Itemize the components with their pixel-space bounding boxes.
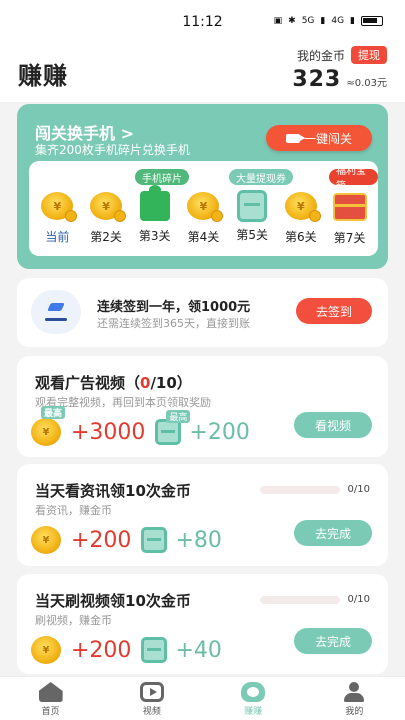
level-label: 第7关 <box>333 231 366 245</box>
pencil-icon <box>45 303 67 321</box>
tab-label: 视频 <box>142 707 161 717</box>
level-label: 第5关 <box>236 228 268 242</box>
tab-video[interactable]: 视频 <box>112 677 192 720</box>
task-progress: 0/10 <box>259 594 370 605</box>
coin-icon: ¥ <box>187 192 224 222</box>
status-icons: ▣ ✱ 5G ▮ 4G ▮ <box>274 16 383 26</box>
coin-icon: ¥ <box>31 526 61 554</box>
signin-subtitle: 还需连续签到365天，直接到账 <box>97 317 250 330</box>
coin-reward: +200 <box>71 637 132 663</box>
task-title: 观看广告视频（0/10） <box>35 374 192 392</box>
progress-count: 0/10 <box>347 594 370 605</box>
tab-label: 首页 <box>41 707 60 717</box>
network-4g-label: 4G <box>331 16 345 26</box>
earn-icon <box>241 682 266 702</box>
ticket-reward: +80 <box>175 527 222 553</box>
progress-count: 0/10 <box>347 484 370 495</box>
signin-button[interactable]: 去签到 <box>296 298 372 324</box>
task-read-news: 当天看资讯领10次金币 0/10 看资讯，赚金币 ¥ +200 +80 去完成 <box>17 464 388 566</box>
signin-icon <box>31 290 81 334</box>
ticket-icon <box>141 637 168 663</box>
ticket-icon <box>141 527 168 553</box>
tag-withdraw-ticket: 大量提现券 <box>229 169 293 185</box>
tab-label: 我的 <box>345 707 364 717</box>
signal-icon: ▮ <box>320 16 326 26</box>
challenge-card[interactable]: 闯关换手机 > 集齐200枚手机碎片兑换手机 一键闯关 手机碎片 大量提现券 福… <box>17 104 388 269</box>
battery-icon <box>361 16 383 26</box>
level-label: 第4关 <box>187 230 220 244</box>
tab-label: 赚赚 <box>244 707 263 717</box>
level-label: 第6关 <box>285 230 317 244</box>
one-click-challenge-label: 一键闯关 <box>303 131 352 146</box>
signin-card: 连续签到一年，领1000元 还需连续签到365天，直接到账 去签到 <box>17 278 388 347</box>
complete-button[interactable]: 去完成 <box>294 628 372 654</box>
max-badge: 最高 <box>41 406 66 419</box>
coin-summary: 我的金币 提现 323 ≈0.03元 <box>292 46 387 92</box>
level-5[interactable]: 第5关 <box>229 189 275 246</box>
coin-icon: ¥ <box>41 192 78 222</box>
level-label: 第2关 <box>90 230 122 244</box>
coin-rmb-equivalent: ≈0.03元 <box>346 78 387 89</box>
task-watch-ad: 观看广告视频（0/10） 观看完整视频，再回到本页领取奖励 ¥ 最高 +3000 … <box>17 356 388 457</box>
level-2[interactable]: ¥ 第2关 <box>83 189 129 246</box>
task-title: 当天看资讯领10次金币 <box>35 482 191 500</box>
page-header: 赚赚 我的金币 提现 323 ≈0.03元 <box>0 42 405 102</box>
task-subtitle: 刷视频，赚金币 <box>35 614 112 627</box>
coin-icon: ¥ 最高 <box>31 406 66 446</box>
ticket-reward: +40 <box>175 637 222 663</box>
coin-reward: +3000 <box>71 419 146 445</box>
reward-row: ¥ 最高 +3000 最高 +200 <box>31 406 250 446</box>
reward-row: ¥ +200 +80 <box>31 526 222 554</box>
task-progress: 0/10 <box>259 484 370 495</box>
coin-balance: 323 <box>292 67 342 92</box>
ticket-icon <box>237 190 268 222</box>
tab-profile[interactable]: 我的 <box>314 677 394 720</box>
level-label: 当前 <box>45 230 70 244</box>
puzzle-piece-icon <box>139 185 170 221</box>
nfc-icon: ▣ <box>273 16 283 26</box>
coin-icon: ¥ <box>31 636 61 664</box>
ticket-reward: +200 <box>189 419 250 445</box>
my-coins-label: 我的金币 <box>296 48 345 63</box>
task-watch-video: 当天刷视频领10次金币 0/10 刷视频，赚金币 ¥ +200 +40 去完成 <box>17 574 388 674</box>
signin-title: 连续签到一年，领1000元 <box>97 300 251 315</box>
video-camera-icon <box>285 133 305 143</box>
coin-icon: ¥ <box>90 192 127 222</box>
network-5g-label: 5G <box>301 16 315 26</box>
level-6[interactable]: ¥ 第6关 <box>278 189 324 246</box>
withdraw-button[interactable]: 提现 <box>351 46 387 64</box>
tab-earn[interactable]: 赚赚 <box>213 677 293 720</box>
level-3[interactable]: 第3关 <box>132 185 178 246</box>
level-panel: 手机碎片 大量提现券 福利宝箱 ¥ 当前 ¥ 第2关 第3关 ¥ 第4关 第5关… <box>29 161 378 256</box>
status-bar: 11:12 ▣ ✱ 5G ▮ 4G ▮ <box>0 0 405 42</box>
level-current[interactable]: ¥ 当前 <box>34 189 80 246</box>
page-title: 赚赚 <box>18 62 68 90</box>
level-4[interactable]: ¥ 第4关 <box>180 189 226 246</box>
progress-bar <box>259 485 340 494</box>
bluetooth-icon: ✱ <box>288 16 296 26</box>
tag-phone-fragment: 手机碎片 <box>135 169 189 185</box>
bottom-tab-bar: 首页 视频 赚赚 我的 <box>0 676 405 720</box>
task-title: 当天刷视频领10次金币 <box>35 592 191 610</box>
progress-bar <box>259 595 340 604</box>
coin-reward: +200 <box>71 527 132 553</box>
profile-icon <box>343 682 365 702</box>
coin-icon: ¥ <box>284 192 321 222</box>
ticket-icon: 最高 <box>155 410 191 445</box>
treasure-chest-icon <box>332 193 367 221</box>
home-icon <box>38 682 63 702</box>
reward-row: ¥ +200 +40 <box>31 636 222 664</box>
tab-home[interactable]: 首页 <box>11 677 91 720</box>
task-subtitle: 看资讯，赚金币 <box>35 504 112 517</box>
level-7[interactable]: 第7关 <box>327 189 373 246</box>
max-badge: 最高 <box>166 410 191 423</box>
watch-video-button[interactable]: 看视频 <box>294 412 372 438</box>
signal-icon-2: ▮ <box>350 16 355 26</box>
tag-treasure-box: 福利宝箱 <box>329 166 378 192</box>
challenge-subtitle: 集齐200枚手机碎片兑换手机 <box>35 143 190 157</box>
video-play-icon <box>139 682 164 702</box>
complete-button[interactable]: 去完成 <box>294 520 372 546</box>
level-label: 第3关 <box>138 229 171 243</box>
one-click-challenge-button[interactable]: 一键闯关 <box>266 125 372 151</box>
